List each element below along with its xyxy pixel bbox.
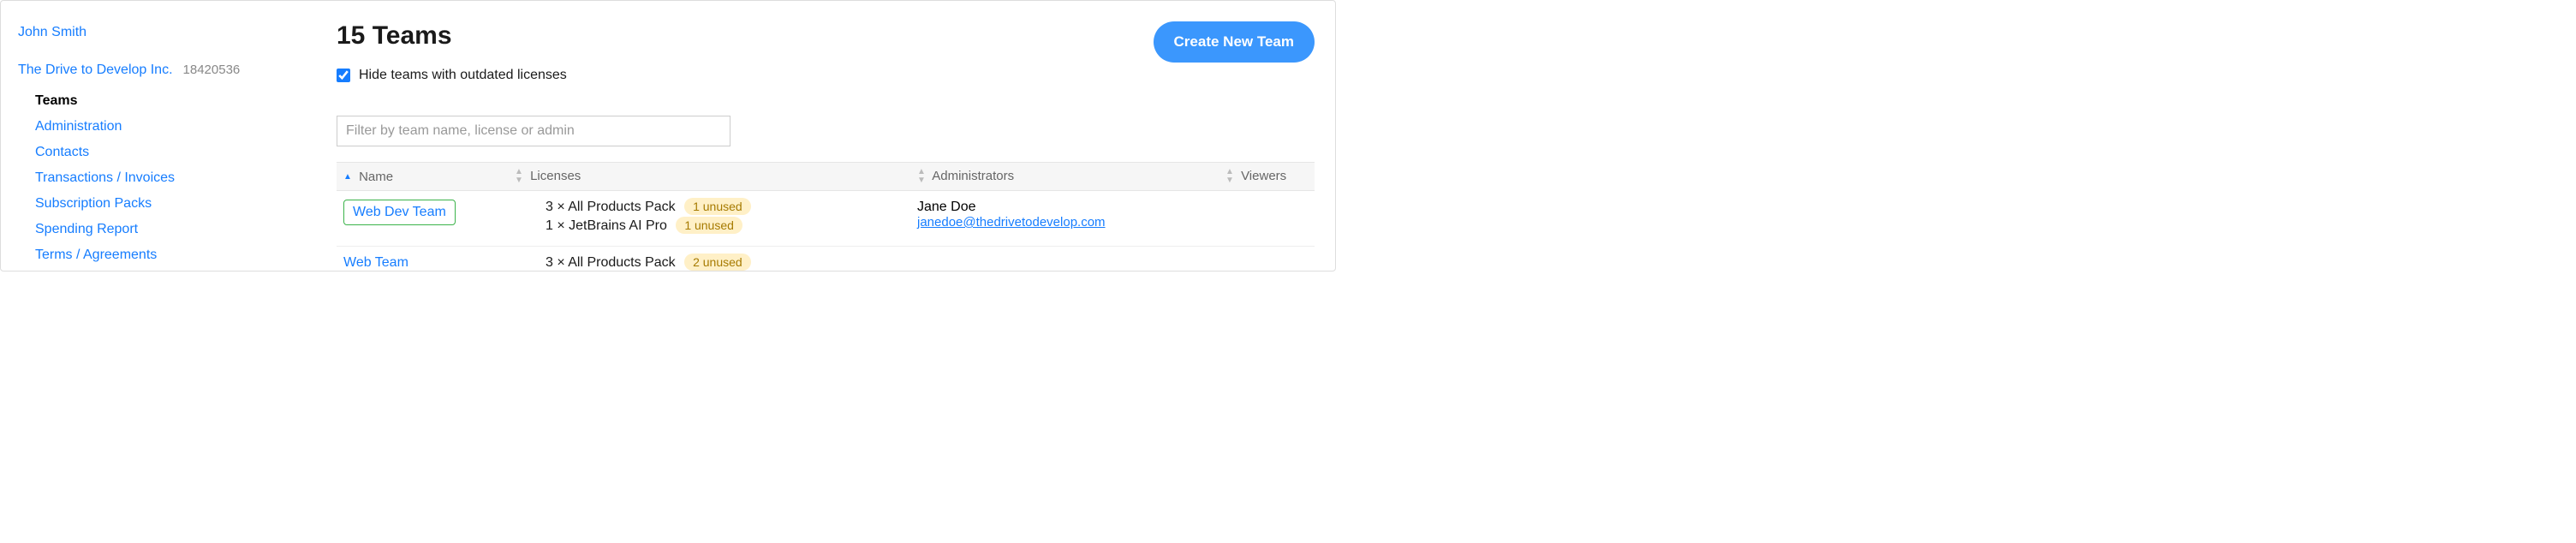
sort-icon: ▲▼ [917, 168, 926, 185]
sort-asc-icon: ▲ [343, 172, 352, 182]
nav-link[interactable]: Contacts [35, 145, 89, 159]
unused-badge: 1 unused [676, 217, 742, 234]
create-new-team-button[interactable]: Create New Team [1154, 21, 1315, 63]
license-text: 3 × All Products Pack [546, 255, 676, 270]
col-header-name[interactable]: ▲ Name [337, 163, 508, 191]
org-id: 18420536 [183, 63, 241, 77]
col-header-label: Licenses [530, 169, 581, 183]
sidebar: John Smith The Drive to Develop Inc. 184… [1, 1, 326, 271]
col-header-label: Viewers [1241, 169, 1286, 183]
admin-email[interactable]: janedoe@thedrivetodevelop.com [917, 215, 1106, 230]
table-header-row: ▲ Name ▲▼ Licenses ▲▼ Administrators ▲▼ … [337, 163, 1315, 191]
unused-badge: 2 unused [684, 254, 751, 271]
table-row: Web Dev Team 3 × All Products Pack 1 unu… [337, 191, 1315, 247]
teams-table: ▲ Name ▲▼ Licenses ▲▼ Administrators ▲▼ … [337, 162, 1315, 272]
license-line: 3 × All Products Pack 1 unused [515, 200, 903, 215]
nav-item-subscription-packs[interactable]: Subscription Packs [35, 191, 309, 217]
col-header-viewers[interactable]: ▲▼ Viewers [1219, 163, 1315, 191]
sidebar-nav: Teams Administration Contacts Transactio… [18, 88, 309, 268]
col-header-label: Administrators [932, 169, 1014, 183]
col-header-licenses[interactable]: ▲▼ Licenses [508, 163, 910, 191]
nav-item-teams[interactable]: Teams [35, 88, 309, 114]
nav-item-terms[interactable]: Terms / Agreements [35, 242, 309, 268]
nav-link[interactable]: Transactions / Invoices [35, 170, 175, 185]
license-text: 1 × JetBrains AI Pro [546, 218, 667, 233]
table-row: Web Team 3 × All Products Pack 2 unused [337, 247, 1315, 272]
viewers-cell [1219, 247, 1315, 272]
nav-item-spending-report[interactable]: Spending Report [35, 217, 309, 242]
user-link[interactable]: John Smith [18, 25, 309, 40]
nav-link[interactable]: Subscription Packs [35, 196, 152, 211]
team-link[interactable]: Web Team [343, 255, 408, 270]
license-line: 3 × All Products Pack 2 unused [515, 255, 903, 271]
nav-link[interactable]: Teams [35, 93, 78, 108]
org-row: The Drive to Develop Inc. 18420536 [18, 63, 309, 78]
nav-item-transactions[interactable]: Transactions / Invoices [35, 165, 309, 191]
hide-outdated-checkbox[interactable] [337, 69, 350, 82]
hide-outdated-label: Hide teams with outdated licenses [359, 68, 567, 83]
col-header-administrators[interactable]: ▲▼ Administrators [910, 163, 1219, 191]
nav-item-administration[interactable]: Administration [35, 114, 309, 140]
admin-cell [910, 247, 1219, 272]
page-container: John Smith The Drive to Develop Inc. 184… [0, 0, 1336, 272]
nav-link[interactable]: Spending Report [35, 222, 138, 236]
main-content: 15 Teams Create New Team Hide teams with… [326, 1, 1335, 271]
nav-item-contacts[interactable]: Contacts [35, 140, 309, 165]
filter-input[interactable] [337, 116, 730, 146]
sort-icon: ▲▼ [515, 168, 523, 185]
nav-link[interactable]: Administration [35, 119, 122, 134]
org-link[interactable]: The Drive to Develop Inc. [18, 63, 173, 78]
admin-name: Jane Doe [917, 200, 1212, 215]
nav-link[interactable]: Terms / Agreements [35, 248, 157, 262]
team-link[interactable]: Web Dev Team [343, 200, 456, 225]
license-line: 1 × JetBrains AI Pro 1 unused [515, 218, 903, 234]
unused-badge: 1 unused [684, 198, 751, 215]
header-row: 15 Teams Create New Team [337, 21, 1315, 68]
page-title: 15 Teams [337, 21, 452, 51]
col-header-label: Name [359, 170, 393, 184]
viewers-cell [1219, 191, 1315, 247]
sort-icon: ▲▼ [1225, 168, 1234, 185]
license-text: 3 × All Products Pack [546, 200, 676, 214]
hide-outdated-row[interactable]: Hide teams with outdated licenses [337, 68, 1315, 83]
